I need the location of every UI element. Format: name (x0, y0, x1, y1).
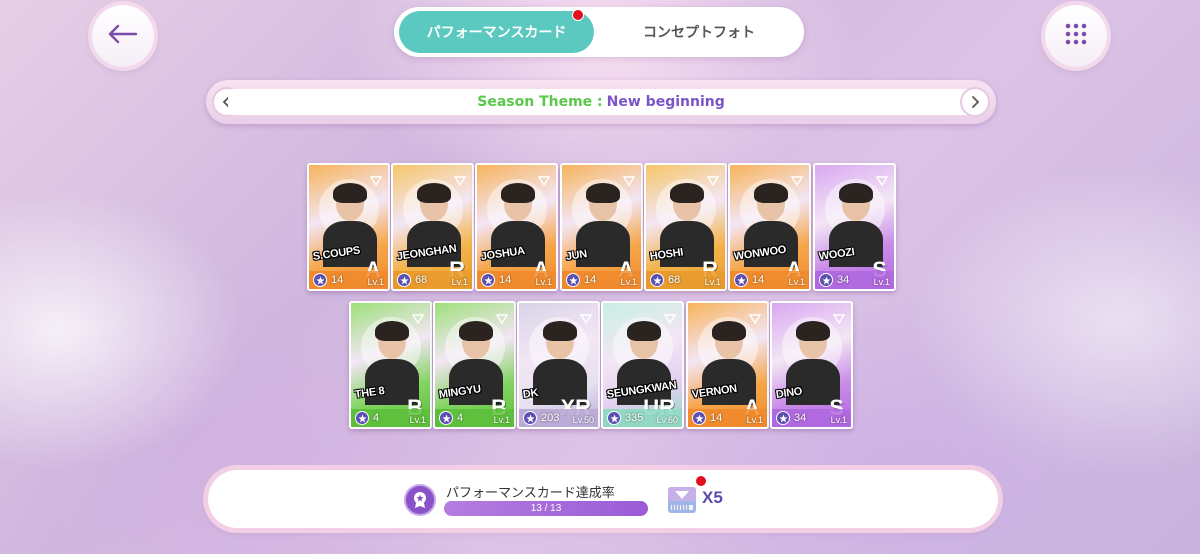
group-logo-icon (411, 309, 425, 325)
completion-progress-bar: 13 / 13 (444, 501, 648, 516)
star-icon (650, 273, 664, 287)
completion-bar: パフォーマンスカード達成率 13 / 13 X5 (208, 470, 998, 528)
star-icon (734, 273, 748, 287)
group-logo-icon (453, 171, 467, 187)
ticket-count: X5 (702, 488, 723, 507)
card-member-name: DK (522, 386, 539, 401)
tab-label: コンセプトフォト (643, 25, 755, 41)
card-star-count: 14 (331, 274, 344, 286)
tab-concept-photo[interactable]: コンセプトフォト (604, 11, 794, 53)
group-logo-icon (579, 309, 593, 325)
group-logo-icon (369, 171, 383, 187)
performance-card[interactable]: JUN A 14 Lv.1 (560, 163, 643, 291)
performance-card[interactable]: WOOZI S 34 Lv.1 (813, 163, 896, 291)
card-star-count: 34 (794, 412, 807, 424)
performance-card[interactable]: DINO S 34 Lv.1 (770, 301, 853, 429)
ticket-icon (666, 487, 700, 521)
back-button[interactable] (92, 5, 154, 67)
season-theme-bar: Season Theme : New beginning (206, 80, 996, 124)
tab-performance-card[interactable]: パフォーマンスカード (399, 11, 594, 53)
performance-card[interactable]: JEONGHAN R 68 Lv.1 (391, 163, 474, 291)
card-level: Lv.50 (572, 415, 594, 425)
season-theme-prefix: Season Theme : (477, 94, 603, 110)
notification-badge (572, 9, 584, 21)
card-star-count: 335 (625, 412, 644, 424)
chevron-right-icon (970, 93, 980, 112)
performance-card[interactable]: SEUNGKWAN UR 335 Lv.60 (601, 301, 684, 429)
group-logo-icon (537, 171, 551, 187)
season-theme-title: Season Theme : New beginning (228, 89, 974, 115)
group-logo-icon (663, 309, 677, 325)
card-level: Lv.1 (788, 277, 805, 287)
star-icon (566, 273, 580, 287)
star-icon (819, 273, 833, 287)
star-icon (776, 411, 790, 425)
performance-card[interactable]: THE 8 B 4 Lv.1 (349, 301, 432, 429)
card-star-count: 4 (373, 412, 380, 424)
performance-card[interactable]: VERNON A 14 Lv.1 (686, 301, 769, 429)
card-level: Lv.1 (493, 415, 510, 425)
star-icon (397, 273, 411, 287)
card-level: Lv.1 (704, 277, 721, 287)
member-portrait (531, 321, 589, 405)
group-logo-icon (832, 309, 846, 325)
star-icon (523, 411, 537, 425)
star-icon (355, 411, 369, 425)
card-level: Lv.60 (656, 415, 678, 425)
performance-card[interactable]: HOSHI R 68 Lv.1 (644, 163, 727, 291)
card-star-count: 14 (499, 274, 512, 286)
season-theme-name: New beginning (606, 94, 725, 110)
star-icon (692, 411, 706, 425)
card-level: Lv.1 (451, 277, 468, 287)
ticket-button[interactable] (666, 481, 700, 517)
performance-card[interactable]: S.COUPS A 14 Lv.1 (307, 163, 390, 291)
performance-card[interactable]: MINGYU B 4 Lv.1 (433, 301, 516, 429)
card-star-count: 14 (710, 412, 723, 424)
card-star-count: 203 (541, 412, 560, 424)
menu-button[interactable] (1045, 5, 1107, 67)
completion-label: パフォーマンスカード達成率 (446, 486, 615, 501)
card-level: Lv.1 (620, 277, 637, 287)
progress-text: 13 / 13 (530, 503, 562, 514)
star-icon (313, 273, 327, 287)
card-level: Lv.1 (873, 277, 890, 287)
star-icon (607, 411, 621, 425)
card-star-count: 14 (752, 274, 765, 286)
ticket-notification-badge (695, 475, 707, 487)
next-season-button[interactable] (962, 89, 988, 115)
group-logo-icon (706, 171, 720, 187)
tab-label: パフォーマンスカード (426, 25, 567, 41)
card-type-tabs: パフォーマンスカード コンセプトフォト (394, 7, 804, 57)
group-logo-icon (790, 171, 804, 187)
card-level: Lv.1 (746, 415, 763, 425)
arrow-left-icon (108, 24, 138, 48)
group-logo-icon (748, 309, 762, 325)
group-logo-icon (875, 171, 889, 187)
card-star-count: 14 (584, 274, 597, 286)
card-star-count: 68 (668, 274, 681, 286)
card-level: Lv.1 (830, 415, 847, 425)
group-logo-icon (495, 309, 509, 325)
medal-icon (406, 486, 434, 514)
group-logo-icon (622, 171, 636, 187)
star-icon (439, 411, 453, 425)
performance-card[interactable]: JOSHUA A 14 Lv.1 (475, 163, 558, 291)
performance-card[interactable]: WONWOO A 14 Lv.1 (728, 163, 811, 291)
card-level: Lv.1 (535, 277, 552, 287)
card-star-count: 34 (837, 274, 850, 286)
card-level: Lv.1 (409, 415, 426, 425)
star-icon (481, 273, 495, 287)
grid-dots-icon (1064, 22, 1088, 50)
performance-card[interactable]: DK XR 203 Lv.50 (517, 301, 600, 429)
card-star-count: 4 (457, 412, 464, 424)
card-star-count: 68 (415, 274, 428, 286)
card-level: Lv.1 (367, 277, 384, 287)
